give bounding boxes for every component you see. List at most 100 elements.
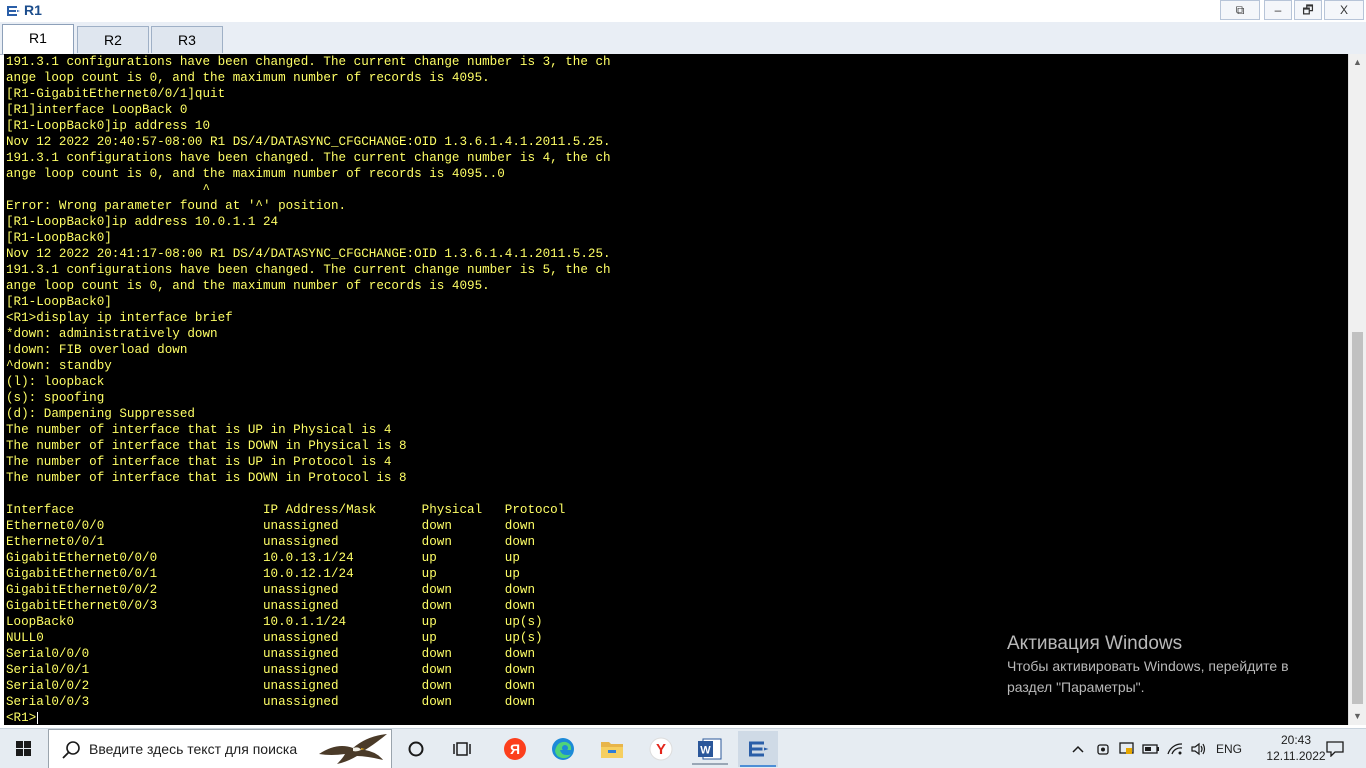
terminal-line: Serial0/0/2 unassigned down down xyxy=(6,679,536,693)
terminal-line: 191.3.1 configurations have been changed… xyxy=(6,151,611,165)
display-warning-icon xyxy=(1119,742,1134,754)
terminal-line: 191.3.1 configurations have been changed… xyxy=(6,263,611,277)
yandex-button[interactable]: Я xyxy=(495,733,535,765)
activation-watermark: Активация Windows Чтобы активировать Win… xyxy=(1007,632,1327,698)
app-logo-icon xyxy=(7,6,20,16)
task-view-icon xyxy=(453,742,471,756)
eagle-icon xyxy=(319,734,387,764)
scroll-down-arrow-icon[interactable]: ▼ xyxy=(1349,708,1366,725)
terminal-line: ^ xyxy=(6,183,211,197)
tab-r1[interactable]: R1 xyxy=(2,24,74,54)
tray-battery[interactable] xyxy=(1140,729,1162,768)
terminal-line: GigabitEthernet0/0/2 unassigned down dow… xyxy=(6,583,536,597)
tray-wifi[interactable] xyxy=(1164,729,1186,768)
terminal-line: GigabitEthernet0/0/1 10.0.12.1/24 up up xyxy=(6,567,520,581)
window-title: R1 xyxy=(24,2,42,18)
tab-r2[interactable]: R2 xyxy=(77,26,149,53)
terminal-line: (d): Dampening Suppressed xyxy=(6,407,195,421)
file-explorer-button[interactable] xyxy=(592,733,632,765)
notification-icon xyxy=(1326,741,1344,757)
search-icon xyxy=(62,741,80,759)
wifi-icon xyxy=(1167,743,1183,755)
chevron-up-icon xyxy=(1072,745,1084,753)
terminal-output: 191.3.1 configurations have been changed… xyxy=(6,54,611,725)
tray-security[interactable] xyxy=(1092,729,1114,768)
terminal-line: Ethernet0/0/0 unassigned down down xyxy=(6,519,536,533)
cortana-button[interactable] xyxy=(396,733,436,765)
text-cursor xyxy=(37,711,39,724)
search-placeholder: Введите здесь текст для поиска xyxy=(89,741,298,757)
notifications-button[interactable] xyxy=(1318,729,1352,768)
minimize-button[interactable]: – xyxy=(1264,0,1292,20)
terminal-line: (s): spoofing xyxy=(6,391,105,405)
terminal-line: Ethernet0/0/1 unassigned down down xyxy=(6,535,536,549)
yandex-browser-icon: Y xyxy=(649,737,673,761)
maximize-button[interactable]: 🗗 xyxy=(1294,0,1322,20)
tab-strip: R1 R2 R3 xyxy=(0,22,1366,55)
tab-r3[interactable]: R3 xyxy=(151,26,223,53)
battery-icon xyxy=(1142,744,1159,754)
terminal-line: Nov 12 2022 20:41:17-08:00 R1 DS/4/DATAS… xyxy=(6,247,611,261)
tray-language[interactable]: ENG xyxy=(1212,729,1246,768)
windows-logo-icon xyxy=(16,741,31,756)
terminal-line: [R1]interface LoopBack 0 xyxy=(6,103,188,117)
scroll-thumb[interactable] xyxy=(1352,332,1363,704)
start-button[interactable] xyxy=(0,729,48,768)
watermark-title: Активация Windows xyxy=(1007,633,1183,654)
terminal-line: GigabitEthernet0/0/0 10.0.13.1/24 up up xyxy=(6,551,520,565)
terminal-line: ange loop count is 0, and the maximum nu… xyxy=(6,167,505,181)
watermark-subtitle: Чтобы активировать Windows, перейдите в … xyxy=(1007,658,1289,695)
yandex-icon: Я xyxy=(504,738,526,760)
tray-volume[interactable] xyxy=(1188,729,1210,768)
taskbar: Введите здесь текст для поиска Я Y W ENG… xyxy=(0,728,1366,768)
terminal-scrollbar[interactable]: ▲ ▼ xyxy=(1348,54,1366,725)
task-view-button[interactable] xyxy=(443,733,483,765)
word-running-indicator xyxy=(692,763,728,765)
word-icon: W xyxy=(698,738,722,760)
terminal-line: The number of interface that is DOWN in … xyxy=(6,471,407,485)
svg-text:Y: Y xyxy=(656,741,666,758)
terminal-line: The number of interface that is UP in Ph… xyxy=(6,423,392,437)
terminal-line: The number of interface that is UP in Pr… xyxy=(6,455,392,469)
terminal-line: [R1-LoopBack0]ip address 10 xyxy=(6,119,211,133)
file-explorer-icon xyxy=(601,742,623,758)
terminal-line: ^down: standby xyxy=(6,359,112,373)
terminal-line: *down: administratively down xyxy=(6,327,218,341)
terminal-line: [R1-LoopBack0] xyxy=(6,231,112,245)
terminal-console[interactable]: 191.3.1 configurations have been changed… xyxy=(4,54,1348,725)
terminal-line: ange loop count is 0, and the maximum nu… xyxy=(6,279,490,293)
terminal-prompt-line[interactable]: <R1> xyxy=(6,710,611,725)
terminal-line: Interface IP Address/Mask Physical Proto… xyxy=(6,503,566,517)
scroll-up-arrow-icon[interactable]: ▲ xyxy=(1349,54,1366,71)
terminal-line: [R1-LoopBack0]ip address 10.0.1.1 24 xyxy=(6,215,279,229)
terminal-line: GigabitEthernet0/0/3 unassigned down dow… xyxy=(6,599,536,613)
tray-overflow-chevron[interactable] xyxy=(1068,729,1088,768)
svg-text:W: W xyxy=(700,745,711,757)
edge-button[interactable] xyxy=(543,733,583,765)
terminal-line: Serial0/0/1 unassigned down down xyxy=(6,663,536,677)
restore-layout-button[interactable]: ⧉ xyxy=(1220,0,1260,20)
word-button[interactable]: W xyxy=(690,733,730,765)
terminal-line: Serial0/0/3 unassigned down down xyxy=(6,695,536,709)
terminal-line: (l): loopback xyxy=(6,375,105,389)
terminal-line: !down: FIB overload down xyxy=(6,343,188,357)
terminal-line: <R1>display ip interface brief xyxy=(6,311,233,325)
ensp-icon xyxy=(749,741,769,757)
terminal-line: 191.3.1 configurations have been changed… xyxy=(6,55,611,69)
yandex-browser-button[interactable]: Y xyxy=(641,733,681,765)
taskbar-search-box[interactable]: Введите здесь текст для поиска xyxy=(48,729,392,768)
ensp-running-indicator xyxy=(740,765,776,767)
title-bar: R1 ⧉ – 🗗 X xyxy=(0,0,1366,22)
tray-network-status[interactable] xyxy=(1116,729,1138,768)
edge-icon xyxy=(552,738,574,760)
defender-icon xyxy=(1097,744,1109,755)
terminal-line: Serial0/0/0 unassigned down down xyxy=(6,647,536,661)
terminal-line: [R1-LoopBack0] xyxy=(6,295,112,309)
close-button[interactable]: X xyxy=(1324,0,1364,20)
terminal-line: The number of interface that is DOWN in … xyxy=(6,439,407,453)
svg-text:Я: Я xyxy=(510,741,520,757)
terminal-line: Error: Wrong parameter found at '^' posi… xyxy=(6,199,347,213)
ensp-button[interactable] xyxy=(738,731,778,767)
terminal-line: NULL0 unassigned up up(s) xyxy=(6,631,543,645)
